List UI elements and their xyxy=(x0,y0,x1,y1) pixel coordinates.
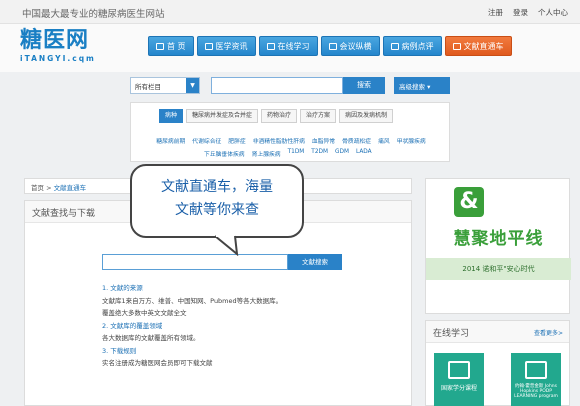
main-nav: 首 页 医学资讯 在线学习 会议纵横 病例点评 文献直通车 xyxy=(148,36,512,56)
nav-cases[interactable]: 病例点评 xyxy=(382,36,442,56)
nav-learning[interactable]: 在线学习 xyxy=(258,36,318,56)
info-heading: 2. 文献库的覆盖领域 xyxy=(102,321,163,330)
tab-etiology[interactable]: 病因及发病机制 xyxy=(339,109,394,123)
logo-subtext: iTANGYI.cqm xyxy=(20,54,96,63)
breadcrumb-current[interactable]: 文献直通车 xyxy=(54,184,87,192)
nav-home[interactable]: 首 页 xyxy=(148,36,194,56)
info-text: 文献库1来自万方、维普、中国知网、Pubmed等各大数据库。 xyxy=(102,296,283,305)
nav-news[interactable]: 医学资讯 xyxy=(196,36,256,56)
top-links: 注册 登录 个人中心 xyxy=(488,7,568,18)
category-link[interactable]: T2DM xyxy=(311,149,328,158)
category-link[interactable]: 骨质疏松症 xyxy=(342,136,371,145)
category-row-2: 下丘脑垂体疾病 肾上腺疾病 T1DM T2DM GDM LADA xyxy=(131,149,451,158)
site-tagline: 中国最大最专业的糖尿病医生网站 xyxy=(22,9,165,20)
promo-speech-bubble: 文献直通车，海量 文献等你来查 xyxy=(130,164,304,238)
category-link[interactable]: 代谢综合征 xyxy=(192,136,221,145)
tab-treatment[interactable]: 治疗方案 xyxy=(300,109,337,123)
category-link[interactable]: 肥胖症 xyxy=(228,136,245,145)
banner-title: 慧聚地平线 xyxy=(453,229,544,249)
case-icon xyxy=(390,42,399,50)
info-list: 1. 文献的来源 文献库1来自万方、维普、中国知网、Pubmed等各大数据库。 … xyxy=(102,282,282,370)
category-link[interactable]: 非酒精性脂肪性肝病 xyxy=(253,136,305,145)
tab-complications[interactable]: 糖尿病并发症及合并症 xyxy=(186,109,259,123)
info-heading: 3. 下载规则 xyxy=(102,346,137,355)
ampersand-logo-icon: & xyxy=(454,187,484,217)
register-link[interactable]: 注册 xyxy=(488,7,503,18)
tab-drugs[interactable]: 药物治疗 xyxy=(261,109,298,123)
news-icon xyxy=(204,42,213,50)
document-icon xyxy=(452,42,461,50)
category-link[interactable]: 下丘脑垂体疾病 xyxy=(204,149,245,158)
advanced-search-button[interactable]: 高级搜索 ▾ xyxy=(394,77,450,94)
user-center-link[interactable]: 个人中心 xyxy=(538,7,568,18)
category-select-value: 所有栏目 xyxy=(135,83,161,91)
info-text: 覆盖绝大多数中英文文献全文 xyxy=(102,309,187,317)
chevron-down-icon: ▾ xyxy=(427,83,431,91)
category-link[interactable]: 糖尿病前期 xyxy=(156,136,185,145)
panel-header: 在线学习 查看更多> xyxy=(426,321,569,343)
site-logo[interactable]: 糖医网 iTANGYI.cqm xyxy=(20,28,116,68)
category-row-1: 糖尿病前期 代谢综合征 肥胖症 非酒精性脂肪性肝病 血脂异常 骨质疏松症 痛风 … xyxy=(131,136,451,145)
banner-subtitle: 2014 诺和平"安心时代 xyxy=(426,258,571,280)
tile-label: 国家学分课程 xyxy=(440,385,477,392)
course-tile[interactable]: 国家学分课程 xyxy=(434,353,484,406)
breadcrumb-home[interactable]: 首页 xyxy=(31,184,44,192)
category-link[interactable]: GDM xyxy=(335,149,349,158)
bubble-text: 文献直通车，海量 文献等你来查 xyxy=(161,179,273,218)
course-tile[interactable]: 约翰·霍普金斯 Johns Hopkins PODP LEARNING prog… xyxy=(511,353,561,406)
logo-text: 糖医网 xyxy=(20,28,90,53)
top-strip: 中国最大最专业的糖尿病医生网站 注册 登录 个人中心 xyxy=(0,0,580,24)
more-link[interactable]: 查看更多> xyxy=(534,328,563,337)
category-link[interactable]: T1DM xyxy=(288,149,305,158)
grid-icon xyxy=(525,361,547,379)
category-select[interactable]: 所有栏目 ▼ xyxy=(130,77,200,94)
online-learning-panel: 在线学习 查看更多> 国家学分课程 约翰·霍普金斯 Johns Hopkins … xyxy=(425,320,570,406)
course-icon xyxy=(448,361,470,379)
chevron-down-icon: ▼ xyxy=(186,78,199,93)
tab-disease[interactable]: 病种 xyxy=(159,109,184,123)
nav-documents[interactable]: 文献直通车 xyxy=(444,36,512,56)
nav-meetings[interactable]: 会议纵横 xyxy=(320,36,380,56)
tile-label: 约翰·霍普金斯 Johns Hopkins PODP LEARNING prog… xyxy=(514,384,558,399)
book-icon xyxy=(266,42,275,50)
category-link[interactable]: 血脂异常 xyxy=(312,136,335,145)
info-heading: 1. 文献的来源 xyxy=(102,284,143,292)
home-icon xyxy=(156,42,164,50)
category-link[interactable]: 肾上腺疾病 xyxy=(252,149,281,158)
category-panel: 病种 糖尿病并发症及合并症 药物治疗 治疗方案 病因及发病机制 糖尿病前期 代谢… xyxy=(130,102,450,162)
ad-banner[interactable]: & 慧聚地平线 2014 诺和平"安心时代 xyxy=(425,178,571,314)
info-text: 实名注册成为糖医网会员即可下载文献 xyxy=(102,359,213,367)
document-search-input[interactable] xyxy=(102,254,288,270)
search-button[interactable]: 搜索 xyxy=(343,77,385,94)
bubble-tail xyxy=(214,234,239,256)
search-input[interactable] xyxy=(211,77,343,94)
info-text: 各大数据库的文献覆盖所有领域。 xyxy=(102,334,200,342)
category-link[interactable]: LADA xyxy=(356,149,372,158)
panel-title: 在线学习 xyxy=(433,329,470,339)
search-band: 所有栏目 ▼ 搜索 高级搜索 ▾ xyxy=(0,72,580,100)
login-link[interactable]: 登录 xyxy=(513,7,528,18)
category-link[interactable]: 痛风 xyxy=(378,136,390,145)
category-tabs: 病种 糖尿病并发症及合并症 药物治疗 治疗方案 病因及发病机制 xyxy=(159,109,394,123)
category-link[interactable]: 甲状腺疾病 xyxy=(397,136,426,145)
meeting-icon xyxy=(328,42,337,50)
header: 糖医网 iTANGYI.cqm 首 页 医学资讯 在线学习 会议纵横 病例点评 … xyxy=(0,24,580,72)
document-search-button[interactable]: 文献搜索 xyxy=(288,254,342,270)
